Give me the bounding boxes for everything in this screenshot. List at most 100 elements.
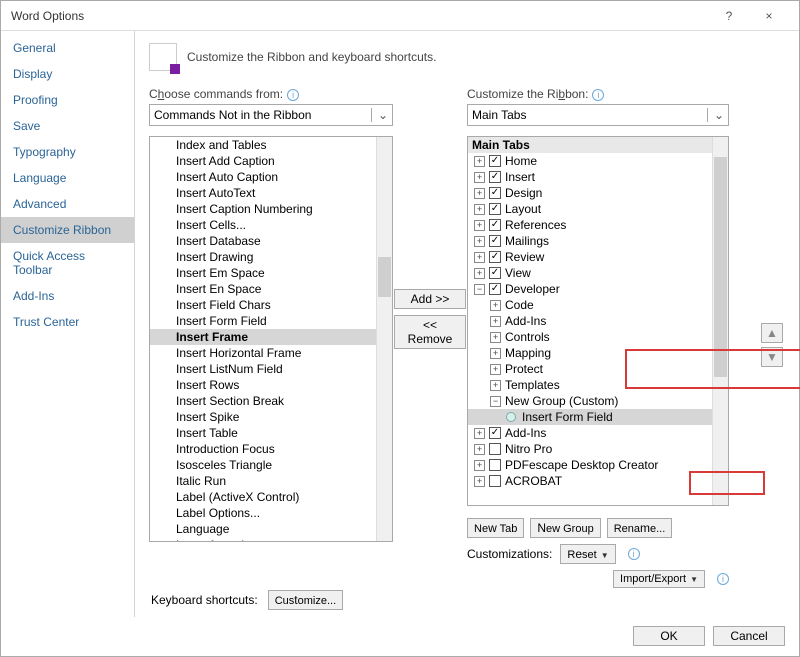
command-item[interactable]: Insert Field Chars: [150, 297, 376, 313]
tree-item[interactable]: Insert Form Field: [468, 409, 712, 425]
sidebar-item-language[interactable]: Language: [1, 165, 134, 191]
commands-listbox[interactable]: Index and TablesInsert Add CaptionInsert…: [149, 136, 393, 542]
ok-button[interactable]: OK: [633, 626, 705, 646]
tree-item[interactable]: +PDFescape Desktop Creator: [468, 457, 712, 473]
command-item[interactable]: Insert Auto Caption: [150, 169, 376, 185]
move-down-button[interactable]: ▼: [761, 347, 783, 367]
scrollbar[interactable]: [712, 137, 728, 505]
sidebar-item-customize-ribbon[interactable]: Customize Ribbon: [1, 217, 134, 243]
command-icon: [154, 218, 170, 232]
move-up-button[interactable]: ▲: [761, 323, 783, 343]
sidebar-item-advanced[interactable]: Advanced: [1, 191, 134, 217]
command-item[interactable]: Insert En Space: [150, 281, 376, 297]
command-icon: [154, 410, 170, 424]
tree-item[interactable]: +✓Mailings: [468, 233, 712, 249]
tree-item[interactable]: +✓Review: [468, 249, 712, 265]
content-header: Customize the Ribbon and keyboard shortc…: [149, 43, 785, 71]
content-heading: Customize the Ribbon and keyboard shortc…: [187, 50, 436, 64]
command-item[interactable]: Insert Horizontal Frame: [150, 345, 376, 361]
rename-button[interactable]: Rename...: [607, 518, 673, 538]
tree-item[interactable]: +✓Home: [468, 153, 712, 169]
ribbon-tree[interactable]: Main Tabs+✓Home+✓Insert+✓Design+✓Layout+…: [467, 136, 729, 506]
info-icon[interactable]: i: [628, 548, 640, 560]
import-export-dropdown[interactable]: Import/Export▼: [613, 570, 705, 588]
command-item[interactable]: Insert Section Break: [150, 393, 376, 409]
command-item[interactable]: Label Options...: [150, 505, 376, 521]
tree-item[interactable]: +✓Layout: [468, 201, 712, 217]
tree-item[interactable]: +Nitro Pro: [468, 441, 712, 457]
command-item[interactable]: Learn from document...: [150, 537, 376, 541]
command-item[interactable]: Introduction Focus: [150, 441, 376, 457]
sidebar-item-quick-access-toolbar[interactable]: Quick Access Toolbar: [1, 243, 134, 283]
tree-item[interactable]: +Templates: [468, 377, 712, 393]
tree-item[interactable]: +✓Add-Ins: [468, 425, 712, 441]
sidebar-item-add-ins[interactable]: Add-Ins: [1, 283, 134, 309]
command-item[interactable]: Insert Drawing: [150, 249, 376, 265]
remove-button[interactable]: << Remove: [394, 315, 466, 349]
command-item[interactable]: Insert AutoText: [150, 185, 376, 201]
command-item[interactable]: Label (ActiveX Control): [150, 489, 376, 505]
tree-item[interactable]: +Controls: [468, 329, 712, 345]
sidebar-item-display[interactable]: Display: [1, 61, 134, 87]
command-item[interactable]: Insert Frame: [150, 329, 376, 345]
titlebar: Word Options ? ×: [1, 1, 799, 31]
tree-item[interactable]: +Mapping: [468, 345, 712, 361]
command-icon: [154, 474, 170, 488]
add-button[interactable]: Add >>: [394, 289, 466, 309]
tree-item[interactable]: −New Group (Custom): [468, 393, 712, 409]
command-item[interactable]: Insert ListNum Field: [150, 361, 376, 377]
tree-item[interactable]: +✓View: [468, 265, 712, 281]
customize-shortcuts-button[interactable]: Customize...: [268, 590, 343, 610]
command-icon: [154, 506, 170, 520]
command-item[interactable]: Insert Rows: [150, 377, 376, 393]
tree-item[interactable]: +Code: [468, 297, 712, 313]
tree-item[interactable]: −✓Developer: [468, 281, 712, 297]
command-icon: [154, 522, 170, 536]
sidebar-item-general[interactable]: General: [1, 35, 134, 61]
command-item[interactable]: Insert Em Space: [150, 265, 376, 281]
sidebar-item-proofing[interactable]: Proofing: [1, 87, 134, 113]
command-item[interactable]: Insert Caption Numbering: [150, 201, 376, 217]
scrollbar[interactable]: [376, 137, 392, 541]
help-button[interactable]: ?: [709, 9, 749, 23]
reset-dropdown[interactable]: Reset▼: [560, 544, 615, 564]
command-item[interactable]: Insert Table: [150, 425, 376, 441]
category-sidebar: GeneralDisplayProofingSaveTypographyLang…: [1, 31, 135, 617]
sidebar-item-trust-center[interactable]: Trust Center: [1, 309, 134, 335]
tree-item[interactable]: +ACROBAT: [468, 473, 712, 489]
command-icon: [154, 426, 170, 440]
command-item[interactable]: Insert Database: [150, 233, 376, 249]
info-icon[interactable]: i: [592, 89, 604, 101]
command-item[interactable]: Insert Cells...: [150, 217, 376, 233]
command-item[interactable]: Insert Spike: [150, 409, 376, 425]
command-item[interactable]: Index and Tables: [150, 137, 376, 153]
cancel-button[interactable]: Cancel: [713, 626, 785, 646]
keyboard-shortcuts-label: Keyboard shortcuts:: [151, 593, 258, 607]
word-options-dialog: Word Options ? × GeneralDisplayProofingS…: [0, 0, 800, 657]
customize-ribbon-icon: [149, 43, 177, 71]
new-group-button[interactable]: New Group: [530, 518, 600, 538]
command-item[interactable]: Language: [150, 521, 376, 537]
sidebar-item-typography[interactable]: Typography: [1, 139, 134, 165]
info-icon[interactable]: i: [717, 573, 729, 585]
tree-item[interactable]: +Protect: [468, 361, 712, 377]
ribbon-scope-select[interactable]: Main Tabs⌄: [467, 104, 729, 126]
sidebar-item-save[interactable]: Save: [1, 113, 134, 139]
command-icon: [154, 282, 170, 296]
command-item[interactable]: Insert Form Field: [150, 313, 376, 329]
command-item[interactable]: Insert Add Caption: [150, 153, 376, 169]
close-button[interactable]: ×: [749, 9, 789, 23]
choose-commands-select[interactable]: Commands Not in the Ribbon⌄: [149, 104, 393, 126]
command-item[interactable]: Isosceles Triangle: [150, 457, 376, 473]
tree-item[interactable]: +Add-Ins: [468, 313, 712, 329]
window-title: Word Options: [11, 9, 709, 23]
command-item[interactable]: Italic Run: [150, 473, 376, 489]
command-icon: [154, 538, 170, 541]
tree-item[interactable]: +✓Design: [468, 185, 712, 201]
tree-item[interactable]: +✓Insert: [468, 169, 712, 185]
command-icon: [154, 346, 170, 360]
new-tab-button[interactable]: New Tab: [467, 518, 524, 538]
info-icon[interactable]: i: [287, 89, 299, 101]
command-icon: [154, 362, 170, 376]
tree-item[interactable]: +✓References: [468, 217, 712, 233]
